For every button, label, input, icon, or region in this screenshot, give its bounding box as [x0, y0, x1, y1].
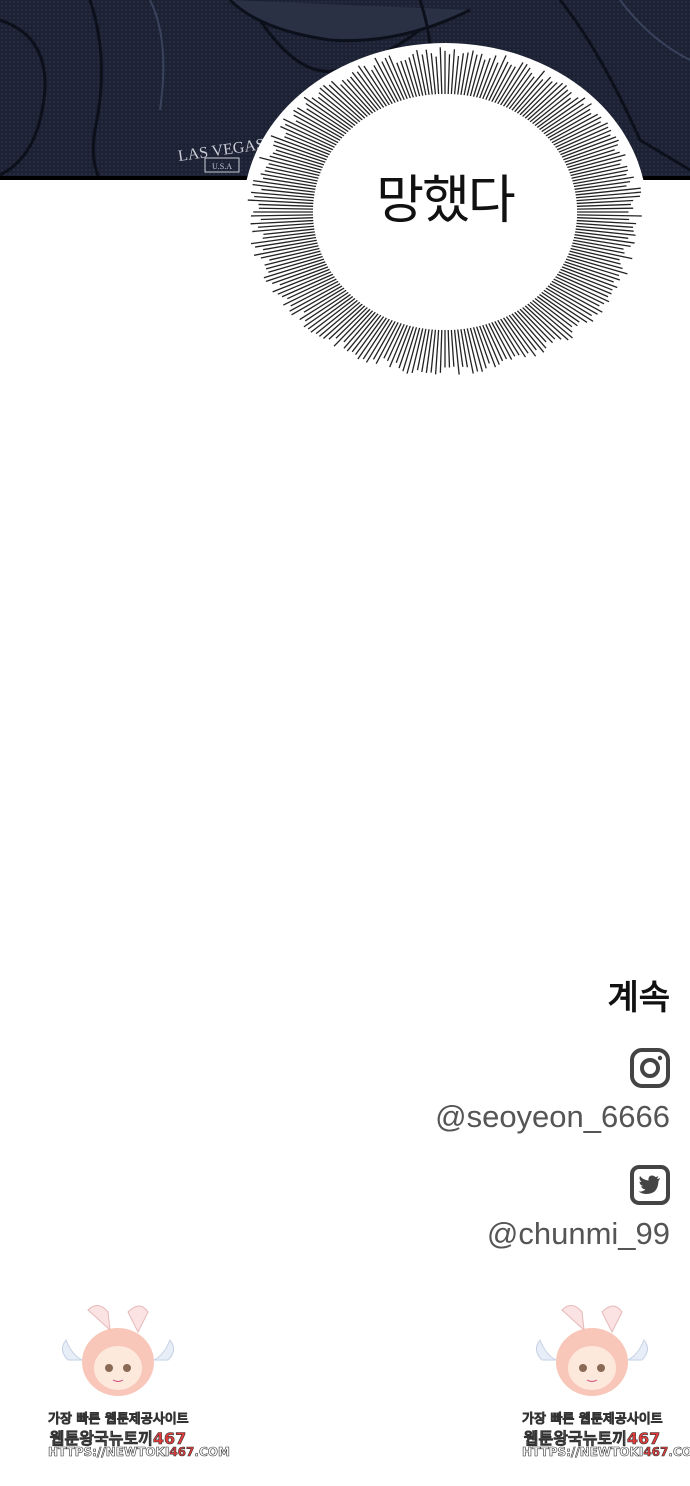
watermark-badge-left: 가장 빠른 웹툰제공사이트 웹툰왕국뉴토끼467 HTTPS://NEWTOKI… — [48, 1300, 231, 1470]
instagram-handle[interactable]: @seoyeon_6666 — [435, 1099, 670, 1135]
twitter-icon[interactable] — [630, 1165, 670, 1205]
speech-bubble-text: 망했다 — [376, 171, 516, 231]
mascot-illustration — [62, 1305, 174, 1396]
instagram-block[interactable]: @seoyeon_6666 — [435, 1048, 670, 1135]
watermark-line3-suffix: .COM — [194, 1445, 230, 1460]
watermark-line3-number: 467 — [169, 1445, 195, 1460]
continue-label: 계속 — [607, 978, 670, 1018]
watermark-badge-right: 가장 빠른 웹툰제공사이트 웹툰왕국뉴토끼467 HTTPS://NEWTOKI… — [522, 1300, 690, 1470]
watermark-line3: HTTPS://NEWTOKI467.COM — [48, 1445, 231, 1460]
watermark-line3-prefix: HTTPS://NEWTOKI — [522, 1445, 644, 1460]
watermark-line3: HTTPS://NEWTOKI467.COM — [522, 1445, 690, 1460]
watermark-line3-prefix: HTTPS://NEWTOKI — [48, 1445, 170, 1460]
mascot-illustration — [536, 1305, 648, 1396]
instagram-icon[interactable] — [630, 1048, 670, 1088]
twitter-block[interactable]: @chunmi_99 — [487, 1165, 670, 1252]
watermark-line3-suffix: .COM — [668, 1445, 690, 1460]
twitter-handle[interactable]: @chunmi_99 — [487, 1216, 670, 1252]
watermark-line3-number: 467 — [643, 1445, 669, 1460]
